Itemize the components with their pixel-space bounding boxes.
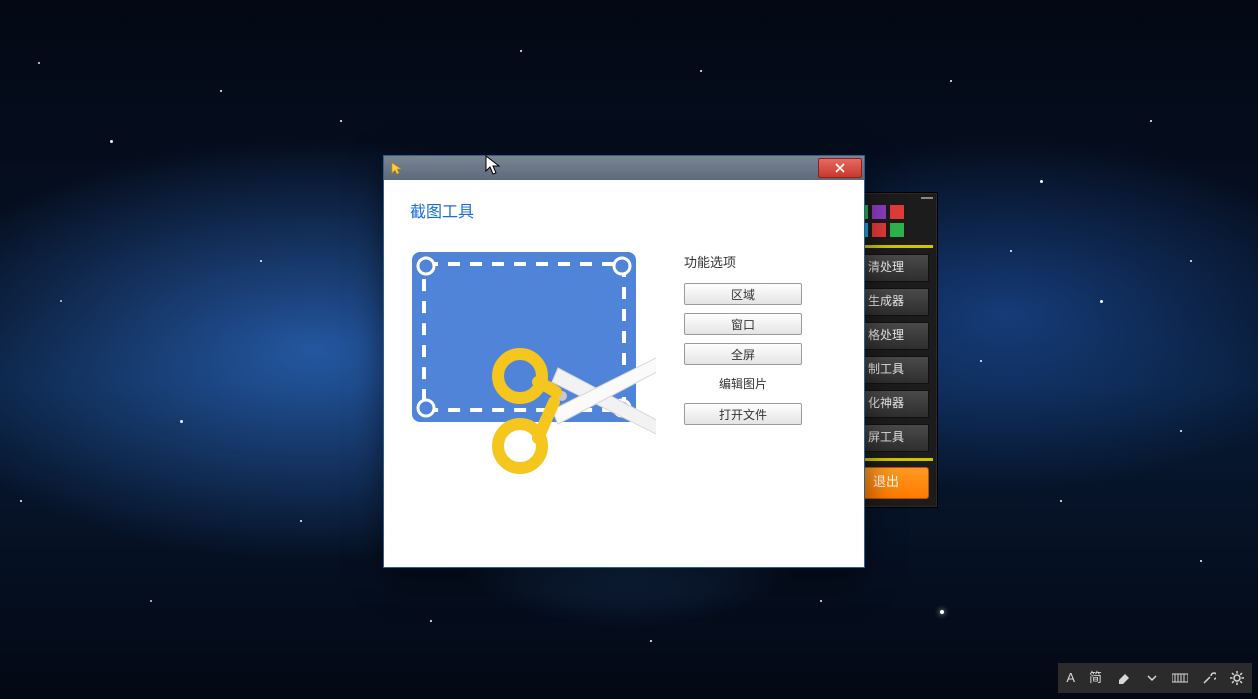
ime-toolbar[interactable]: A 简 <box>1058 663 1252 693</box>
snip-illustration <box>408 248 656 458</box>
fullscreen-button[interactable]: 全屏 <box>684 343 802 365</box>
chevron-down-icon[interactable] <box>1146 672 1158 684</box>
minimize-icon[interactable] <box>921 197 933 199</box>
color-swatch[interactable] <box>872 205 886 219</box>
color-swatch[interactable] <box>890 223 904 237</box>
ime-chinese-mode[interactable]: 简 <box>1089 663 1102 693</box>
snipping-tool-window: 截图工具 <box>383 155 865 568</box>
options-heading: 功能选项 <box>684 252 840 271</box>
window-button[interactable]: 窗口 <box>684 313 802 335</box>
eraser-icon[interactable] <box>1116 671 1132 685</box>
color-swatch[interactable] <box>872 223 886 237</box>
tools-icon[interactable] <box>1202 671 1216 685</box>
app-title: 截图工具 <box>410 198 840 222</box>
window-close-button[interactable] <box>818 158 862 178</box>
ime-letter-mode[interactable]: A <box>1066 663 1075 693</box>
window-titlebar[interactable] <box>384 156 864 180</box>
desktop-background: 清处理 生成器 格处理 制工具 化神器 屏工具 退出 截图工具 <box>0 0 1258 699</box>
color-swatch[interactable] <box>890 205 904 219</box>
gear-icon[interactable] <box>1230 671 1244 685</box>
app-cursor-icon <box>390 162 402 174</box>
edit-image-label: 编辑图片 <box>684 373 802 395</box>
close-icon <box>834 163 846 173</box>
options-column: 功能选项 区域 窗口 全屏 编辑图片 打开文件 <box>684 248 840 458</box>
keyboard-icon[interactable] <box>1172 672 1188 684</box>
region-button[interactable]: 区域 <box>684 283 802 305</box>
window-client-area: 截图工具 <box>384 180 864 476</box>
open-file-button[interactable]: 打开文件 <box>684 403 802 425</box>
